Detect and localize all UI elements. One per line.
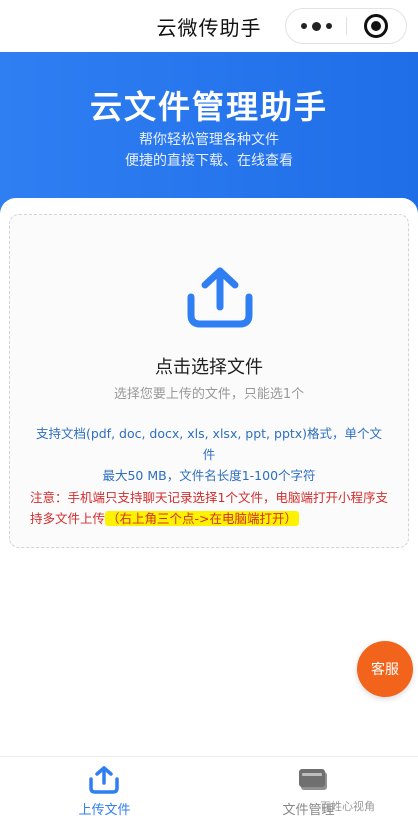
file-select-area[interactable]: 点击选择文件 选择您要上传的文件，只能选1个 支持文档(pdf, doc, do… bbox=[9, 214, 409, 548]
capsule-menu bbox=[285, 8, 407, 44]
hero-subtitle: 帮你轻松管理各种文件 便捷的直接下载、在线查看 bbox=[0, 130, 418, 172]
navigation-bar: 云微传助手 bbox=[0, 0, 418, 52]
dot-icon bbox=[300, 23, 307, 29]
tab-upload-file[interactable]: 上传文件 bbox=[0, 757, 209, 825]
customer-service-button[interactable]: 客服 bbox=[357, 641, 413, 697]
notice-text: 注意：手机端只支持聊天记录选择1个文件，电脑端打开小程序支持多文件上传 （右上角三… bbox=[30, 487, 394, 529]
watermark-text: 百姓心视角 bbox=[320, 800, 375, 813]
close-target-icon[interactable] bbox=[364, 14, 388, 38]
tab-upload-label: 上传文件 bbox=[78, 803, 131, 818]
select-file-title: 点击选择文件 bbox=[155, 357, 263, 378]
folder-icon bbox=[299, 769, 327, 790]
dot-icon bbox=[325, 23, 332, 29]
select-file-hint: 选择您要上传的文件，只能选1个 bbox=[113, 387, 305, 402]
hero-subtitle-line1: 帮你轻松管理各种文件 bbox=[139, 132, 279, 148]
formats-line1: 支持文档(pdf, doc, docx, xls, xlsx, ppt, ppt… bbox=[35, 426, 383, 462]
capsule-divider bbox=[346, 17, 347, 35]
more-options-button[interactable] bbox=[286, 9, 346, 43]
tab-file-management-label: 文件管理 bbox=[282, 803, 335, 818]
notice-highlight: （右上角三个点->在电脑端打开） bbox=[105, 511, 300, 526]
hero-subtitle-line2: 便捷的直接下载、在线查看 bbox=[125, 153, 293, 169]
dot-icon bbox=[311, 21, 321, 31]
tab-file-management[interactable]: 文件管理 bbox=[209, 757, 418, 825]
supported-formats-text: 支持文档(pdf, doc, docx, xls, xlsx, ppt, ppt… bbox=[30, 423, 388, 486]
formats-line2: 最大50 MB，文件名长度1-100个字符 bbox=[102, 468, 316, 483]
hero-title: 云文件管理助手 bbox=[89, 88, 328, 126]
upload-icon bbox=[187, 267, 253, 328]
upload-card: 点击选择文件 选择您要上传的文件，只能选1个 支持文档(pdf, doc, do… bbox=[0, 198, 418, 618]
upload-tab-icon bbox=[89, 766, 119, 794]
